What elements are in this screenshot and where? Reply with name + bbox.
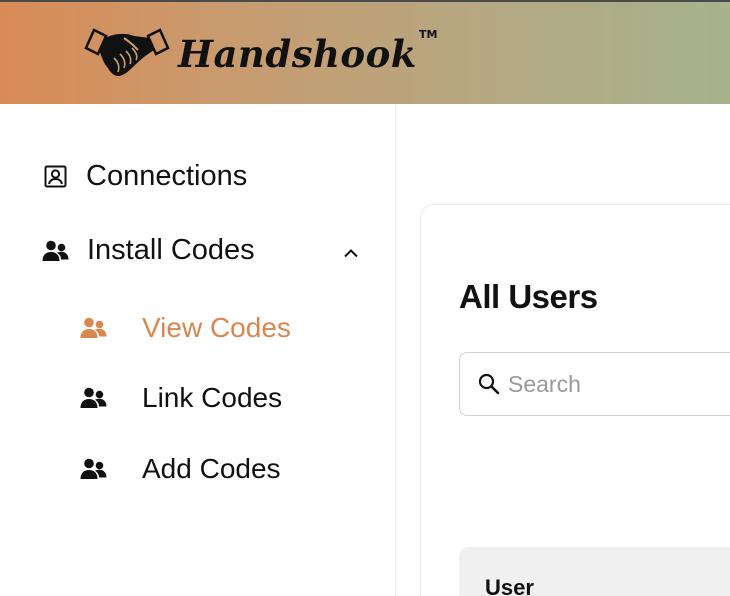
brand-name: Handshook (178, 32, 417, 76)
sidebar-subitem-add-codes[interactable]: Add Codes (80, 453, 281, 485)
sidebar-subitem-link-codes[interactable]: Link Codes (80, 382, 282, 414)
users-table-header: User (459, 547, 730, 596)
sidebar-subitem-label: Add Codes (142, 453, 281, 484)
app-header: Handshook TM (0, 0, 730, 104)
users-icon (42, 240, 69, 261)
brand-logo[interactable]: Handshook TM (84, 24, 437, 84)
sidebar-item-label: Connections (86, 160, 248, 192)
sidebar-item-connections[interactable]: Connections (44, 160, 364, 193)
sidebar-subitem-label: Link Codes (142, 382, 283, 413)
chevron-up-icon[interactable] (343, 248, 359, 258)
search-box[interactable] (459, 352, 730, 416)
page-title: All Users (459, 278, 598, 315)
search-icon (478, 373, 500, 395)
users-icon (80, 317, 107, 338)
column-header-user[interactable]: User (485, 575, 534, 596)
trademark-mark: TM (418, 28, 438, 41)
users-icon (80, 387, 107, 408)
handshake-icon (84, 28, 170, 76)
search-input[interactable] (508, 370, 728, 398)
sidebar-subitem-view-codes[interactable]: View Codes (80, 312, 291, 344)
contact-card-icon (44, 165, 67, 188)
sidebar-item-label: Install Codes (87, 234, 255, 266)
users-icon (80, 458, 107, 479)
sidebar-subitem-label: View Codes (142, 312, 291, 343)
sidebar: Connections Install Codes View Codes Lin… (0, 104, 396, 596)
sidebar-item-install-codes[interactable]: Install Codes (42, 234, 366, 267)
